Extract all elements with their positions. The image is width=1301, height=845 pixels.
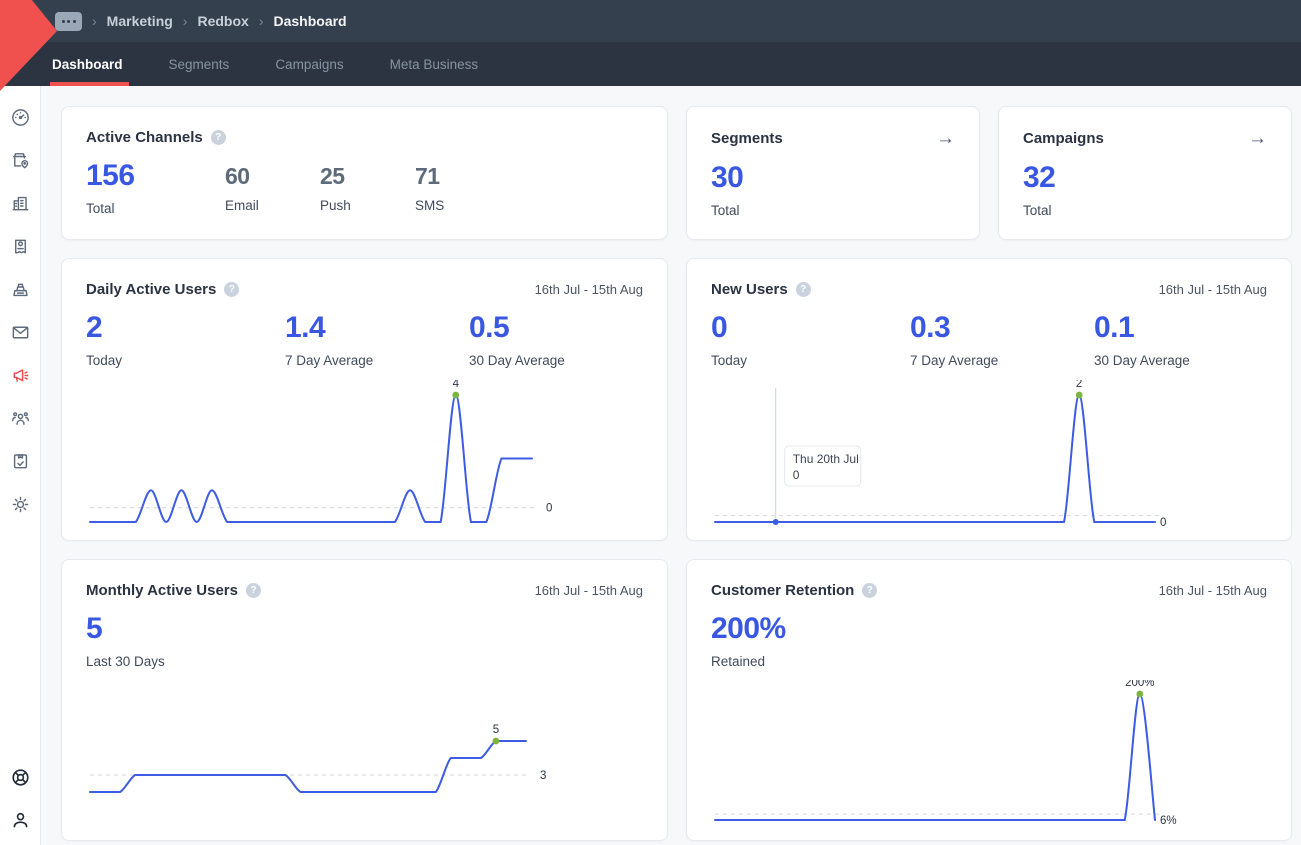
tab-bar: Dashboard Segments Campaigns Meta Busine… bbox=[0, 42, 1301, 86]
new-users-chart[interactable]: 2 0 Thu 20th Jul 0 bbox=[711, 380, 1271, 530]
help-icon[interactable]: ? bbox=[224, 282, 239, 297]
card-title: Daily Active Users bbox=[86, 281, 216, 298]
customer-retention-chart[interactable]: 200% 6% bbox=[711, 680, 1271, 830]
stat-email: 60 Email bbox=[225, 159, 320, 216]
ellipsis-icon bbox=[67, 20, 70, 23]
chevron-right-icon: › bbox=[92, 13, 97, 29]
stat-today: 0 Today bbox=[711, 311, 910, 368]
billing-receipt-icon[interactable] bbox=[10, 236, 31, 257]
breadcrumb-redbox[interactable]: Redbox bbox=[197, 13, 248, 29]
date-range: 16th Jul - 15th Aug bbox=[535, 583, 643, 598]
help-icon[interactable]: ? bbox=[211, 130, 226, 145]
stat-30day-avg: 0.1 30 Day Average bbox=[1094, 311, 1190, 368]
ellipsis-icon bbox=[62, 20, 65, 23]
svg-text:0: 0 bbox=[793, 468, 800, 482]
stat-sms: 71 SMS bbox=[415, 159, 444, 216]
stat-retained: 200% Retained bbox=[711, 612, 786, 669]
card-campaigns: Campaigns → 32 Total bbox=[998, 106, 1292, 240]
stat-campaigns-total: 32 Total bbox=[1023, 161, 1055, 218]
icon-sidebar bbox=[0, 86, 41, 845]
card-title: New Users bbox=[711, 281, 788, 298]
card-new-users: New Users ? 16th Jul - 15th Aug 0 Today … bbox=[686, 258, 1292, 541]
svg-text:0: 0 bbox=[546, 503, 552, 515]
daily-active-users-chart[interactable]: 04 bbox=[86, 380, 646, 530]
breadcrumb-marketing[interactable]: Marketing bbox=[107, 13, 173, 29]
date-range: 16th Jul - 15th Aug bbox=[1159, 282, 1267, 297]
stat-30day-avg: 0.5 30 Day Average bbox=[469, 311, 565, 368]
pos-register-icon[interactable] bbox=[10, 279, 31, 300]
company-buildings-icon[interactable] bbox=[10, 193, 31, 214]
card-title: Campaigns bbox=[1023, 130, 1104, 147]
stat-segments-total: 30 Total bbox=[711, 161, 743, 218]
stat-today: 2 Today bbox=[86, 311, 285, 368]
svg-text:6%: 6% bbox=[1160, 815, 1177, 827]
team-people-icon[interactable] bbox=[10, 408, 31, 429]
help-icon[interactable]: ? bbox=[796, 282, 811, 297]
breadcrumb-ellipsis-button[interactable] bbox=[55, 12, 82, 31]
stat-7day-avg: 1.4 7 Day Average bbox=[285, 311, 469, 368]
chevron-right-icon: › bbox=[183, 13, 188, 29]
card-customer-retention: Customer Retention ? 16th Jul - 15th Aug… bbox=[686, 559, 1292, 841]
svg-text:Thu 20th Jul: Thu 20th Jul bbox=[793, 452, 859, 466]
svg-text:5: 5 bbox=[493, 724, 499, 736]
tab-dashboard[interactable]: Dashboard bbox=[52, 42, 123, 86]
store-icon[interactable] bbox=[10, 150, 31, 171]
settings-gear-icon[interactable] bbox=[10, 494, 31, 515]
card-active-channels: Active Channels ? 156 Total 60 Email 25 … bbox=[61, 106, 668, 240]
card-daily-active-users: Daily Active Users ? 16th Jul - 15th Aug… bbox=[61, 258, 668, 541]
stat-7day-avg: 0.3 7 Day Average bbox=[910, 311, 1094, 368]
card-segments: Segments → 30 Total bbox=[686, 106, 980, 240]
dashboard-gauge-icon[interactable] bbox=[10, 107, 31, 128]
svg-text:4: 4 bbox=[453, 380, 460, 390]
dashboard-content: Active Channels ? 156 Total 60 Email 25 … bbox=[41, 86, 1301, 845]
card-monthly-active-users: Monthly Active Users ? 16th Jul - 15th A… bbox=[61, 559, 668, 841]
chevron-right-icon: › bbox=[259, 13, 264, 29]
top-navigation-bar: › Marketing › Redbox › Dashboard bbox=[0, 0, 1301, 42]
card-title: Customer Retention bbox=[711, 582, 854, 599]
campaigns-megaphone-icon[interactable] bbox=[10, 365, 31, 386]
stat-last-30-days: 5 Last 30 Days bbox=[86, 612, 165, 669]
help-icon[interactable]: ? bbox=[862, 583, 877, 598]
card-title: Active Channels bbox=[86, 129, 203, 146]
email-envelope-icon[interactable] bbox=[10, 322, 31, 343]
arrow-right-icon[interactable]: → bbox=[936, 129, 955, 148]
help-lifering-icon[interactable] bbox=[10, 767, 31, 788]
svg-text:2: 2 bbox=[1076, 380, 1082, 390]
monthly-active-users-chart[interactable]: 35 bbox=[86, 680, 646, 830]
arrow-right-icon[interactable]: → bbox=[1248, 129, 1267, 148]
help-icon[interactable]: ? bbox=[246, 583, 261, 598]
svg-text:0: 0 bbox=[1160, 517, 1166, 529]
ellipsis-icon bbox=[73, 20, 76, 23]
stat-push: 25 Push bbox=[320, 159, 415, 216]
svg-text:200%: 200% bbox=[1125, 680, 1154, 689]
card-title: Monthly Active Users bbox=[86, 582, 238, 599]
svg-text:3: 3 bbox=[540, 770, 546, 782]
stat-total: 156 Total bbox=[86, 159, 225, 216]
date-range: 16th Jul - 15th Aug bbox=[535, 282, 643, 297]
tasks-clipboard-icon[interactable] bbox=[10, 451, 31, 472]
date-range: 16th Jul - 15th Aug bbox=[1159, 583, 1267, 598]
tab-meta-business[interactable]: Meta Business bbox=[390, 42, 479, 86]
account-person-icon[interactable] bbox=[10, 810, 31, 831]
tab-campaigns[interactable]: Campaigns bbox=[275, 42, 343, 86]
card-title: Segments bbox=[711, 130, 783, 147]
tab-segments[interactable]: Segments bbox=[169, 42, 230, 86]
breadcrumb-dashboard[interactable]: Dashboard bbox=[273, 13, 346, 29]
